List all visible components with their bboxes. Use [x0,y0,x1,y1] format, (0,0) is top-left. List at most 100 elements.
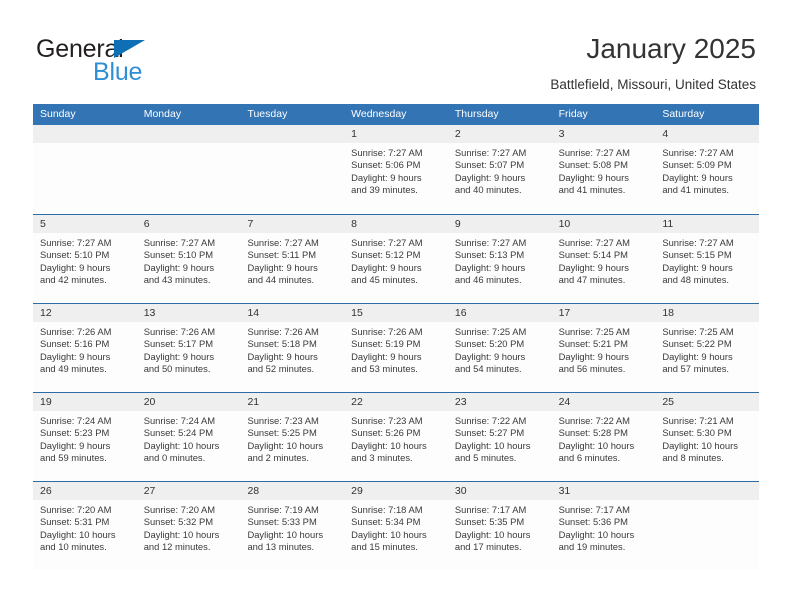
day-number: 5 [33,215,137,233]
day-details: Sunrise: 7:25 AM Sunset: 5:21 PM Dayligh… [552,322,656,376]
daylight-text-line2: and 12 minutes. [143,541,211,553]
day-cell[interactable]: 25 Sunrise: 7:21 AM Sunset: 5:30 PM Dayl… [655,393,760,481]
sunrise-text: Sunrise: 7:25 AM [662,326,734,337]
day-cell[interactable]: 9 Sunrise: 7:27 AM Sunset: 5:13 PM Dayli… [447,215,552,303]
day-details: Sunrise: 7:25 AM Sunset: 5:20 PM Dayligh… [448,322,552,376]
sunrise-text: Sunrise: 7:23 AM [351,415,423,426]
day-cell[interactable]: 7 Sunrise: 7:27 AM Sunset: 5:11 PM Dayli… [240,215,345,303]
day-number [136,125,241,143]
day-details: Sunrise: 7:27 AM Sunset: 5:12 PM Dayligh… [344,233,448,287]
day-cell[interactable]: 28 Sunrise: 7:19 AM Sunset: 5:33 PM Dayl… [240,482,345,570]
day-cell[interactable]: 20 Sunrise: 7:24 AM Sunset: 5:24 PM Dayl… [136,393,241,481]
daylight-text-line2: and 43 minutes. [143,274,211,286]
page-title: January 2025 [586,33,756,64]
daylight-text-line1: Daylight: 9 hours [40,261,111,273]
day-cell[interactable]: 21 Sunrise: 7:23 AM Sunset: 5:25 PM Dayl… [240,393,345,481]
day-number: 12 [33,304,137,322]
day-number: 8 [344,215,448,233]
day-number: 24 [551,393,656,411]
day-cell[interactable]: 14 Sunrise: 7:26 AM Sunset: 5:18 PM Dayl… [240,304,345,392]
day-cell[interactable]: 4 Sunrise: 7:27 AM Sunset: 5:09 PM Dayli… [655,125,760,213]
daylight-text-line1: Daylight: 9 hours [143,261,215,273]
day-cell[interactable]: 30 Sunrise: 7:17 AM Sunset: 5:35 PM Dayl… [447,482,552,570]
day-cell[interactable]: 18 Sunrise: 7:25 AM Sunset: 5:22 PM Dayl… [655,304,760,392]
day-cell[interactable]: 22 Sunrise: 7:23 AM Sunset: 5:26 PM Dayl… [344,393,448,481]
daylight-text-line1: Daylight: 9 hours [662,350,733,362]
daylight-text-line1: Daylight: 9 hours [247,350,318,362]
daylight-text-line2: and 3 minutes. [351,452,413,464]
day-cell[interactable]: 6 Sunrise: 7:27 AM Sunset: 5:10 PM Dayli… [136,215,241,303]
day-details: Sunrise: 7:27 AM Sunset: 5:15 PM Dayligh… [655,233,759,287]
day-details: Sunrise: 7:27 AM Sunset: 5:14 PM Dayligh… [552,233,656,287]
daylight-text-line1: Daylight: 10 hours [143,528,220,540]
daylight-text-line1: Daylight: 10 hours [247,528,324,540]
sunset-text: Sunset: 5:26 PM [351,427,421,439]
day-details: Sunrise: 7:25 AM Sunset: 5:22 PM Dayligh… [655,322,759,376]
sunrise-text: Sunrise: 7:19 AM [247,504,319,515]
day-cell[interactable]: 11 Sunrise: 7:27 AM Sunset: 5:15 PM Dayl… [655,215,760,303]
day-number [655,482,760,500]
day-details: Sunrise: 7:27 AM Sunset: 5:13 PM Dayligh… [448,233,552,287]
day-cell[interactable]: 8 Sunrise: 7:27 AM Sunset: 5:12 PM Dayli… [344,215,448,303]
day-number: 2 [447,125,552,143]
day-cell[interactable]: 1 Sunrise: 7:27 AM Sunset: 5:06 PM Dayli… [344,125,448,213]
day-number: 6 [136,215,241,233]
day-number: 4 [655,125,760,143]
day-number: 26 [33,482,137,500]
day-details: Sunrise: 7:27 AM Sunset: 5:06 PM Dayligh… [344,143,448,197]
day-cell[interactable]: 19 Sunrise: 7:24 AM Sunset: 5:23 PM Dayl… [33,393,137,481]
day-cell[interactable]: 5 Sunrise: 7:27 AM Sunset: 5:10 PM Dayli… [33,215,137,303]
sunset-text: Sunset: 5:34 PM [351,516,421,528]
daylight-text-line1: Daylight: 10 hours [351,439,427,451]
day-cell[interactable]: 2 Sunrise: 7:27 AM Sunset: 5:07 PM Dayli… [447,125,552,213]
day-details: Sunrise: 7:26 AM Sunset: 5:17 PM Dayligh… [137,322,241,376]
sunrise-text: Sunrise: 7:27 AM [662,147,734,158]
day-number: 7 [240,215,345,233]
day-number: 29 [344,482,448,500]
week-row: 26 Sunrise: 7:20 AM Sunset: 5:31 PM Dayl… [33,481,760,570]
sunset-text: Sunset: 5:21 PM [558,338,628,350]
day-cell[interactable]: 17 Sunrise: 7:25 AM Sunset: 5:21 PM Dayl… [551,304,656,392]
day-number: 22 [344,393,448,411]
sunset-text: Sunset: 5:10 PM [143,249,214,261]
daylight-text-line2: and 39 minutes. [351,184,418,196]
day-cell[interactable]: 3 Sunrise: 7:27 AM Sunset: 5:08 PM Dayli… [551,125,656,213]
week-row: 12 Sunrise: 7:26 AM Sunset: 5:16 PM Dayl… [33,303,760,392]
day-cell[interactable]: 26 Sunrise: 7:20 AM Sunset: 5:31 PM Dayl… [33,482,137,570]
daylight-text-line2: and 47 minutes. [558,274,626,286]
general-blue-logo[interactable]: General Blue [36,36,236,88]
weekday-header-thursday: Thursday [454,108,499,120]
day-details: Sunrise: 7:21 AM Sunset: 5:30 PM Dayligh… [655,411,759,465]
sunset-text: Sunset: 5:13 PM [454,249,525,261]
sunset-text: Sunset: 5:24 PM [143,427,214,439]
daylight-text-line1: Daylight: 10 hours [662,439,738,451]
day-cell[interactable]: 27 Sunrise: 7:20 AM Sunset: 5:32 PM Dayl… [136,482,241,570]
sunrise-text: Sunrise: 7:17 AM [454,504,527,515]
sunrise-text: Sunrise: 7:26 AM [247,326,319,337]
day-cell[interactable]: 31 Sunrise: 7:17 AM Sunset: 5:36 PM Dayl… [551,482,656,570]
sunset-text: Sunset: 5:20 PM [454,338,525,350]
day-number: 19 [33,393,137,411]
day-details: Sunrise: 7:23 AM Sunset: 5:26 PM Dayligh… [344,411,448,465]
sunrise-text: Sunrise: 7:27 AM [454,237,527,248]
day-cell[interactable]: 15 Sunrise: 7:26 AM Sunset: 5:19 PM Dayl… [344,304,448,392]
day-details: Sunrise: 7:19 AM Sunset: 5:33 PM Dayligh… [240,500,344,554]
weekday-header-sunday: Sunday [40,108,76,120]
sunset-text: Sunset: 5:27 PM [454,427,525,439]
day-cell[interactable]: 29 Sunrise: 7:18 AM Sunset: 5:34 PM Dayl… [344,482,448,570]
day-cell[interactable]: 16 Sunrise: 7:25 AM Sunset: 5:20 PM Dayl… [447,304,552,392]
week-row: 5 Sunrise: 7:27 AM Sunset: 5:10 PM Dayli… [33,214,760,303]
day-cell[interactable]: 12 Sunrise: 7:26 AM Sunset: 5:16 PM Dayl… [33,304,137,392]
day-cell[interactable]: 24 Sunrise: 7:22 AM Sunset: 5:28 PM Dayl… [551,393,656,481]
sunrise-text: Sunrise: 7:27 AM [558,237,630,248]
day-cell[interactable]: 13 Sunrise: 7:26 AM Sunset: 5:17 PM Dayl… [136,304,241,392]
day-cell[interactable]: 10 Sunrise: 7:27 AM Sunset: 5:14 PM Dayl… [551,215,656,303]
day-number: 25 [655,393,760,411]
daylight-text-line2: and 52 minutes. [247,363,315,375]
day-details: Sunrise: 7:26 AM Sunset: 5:18 PM Dayligh… [240,322,344,376]
sunrise-text: Sunrise: 7:25 AM [454,326,527,337]
sunrise-text: Sunrise: 7:22 AM [558,415,630,426]
day-cell[interactable]: 23 Sunrise: 7:22 AM Sunset: 5:27 PM Dayl… [447,393,552,481]
daylight-text-line1: Daylight: 10 hours [454,528,531,540]
sunset-text: Sunset: 5:32 PM [143,516,214,528]
